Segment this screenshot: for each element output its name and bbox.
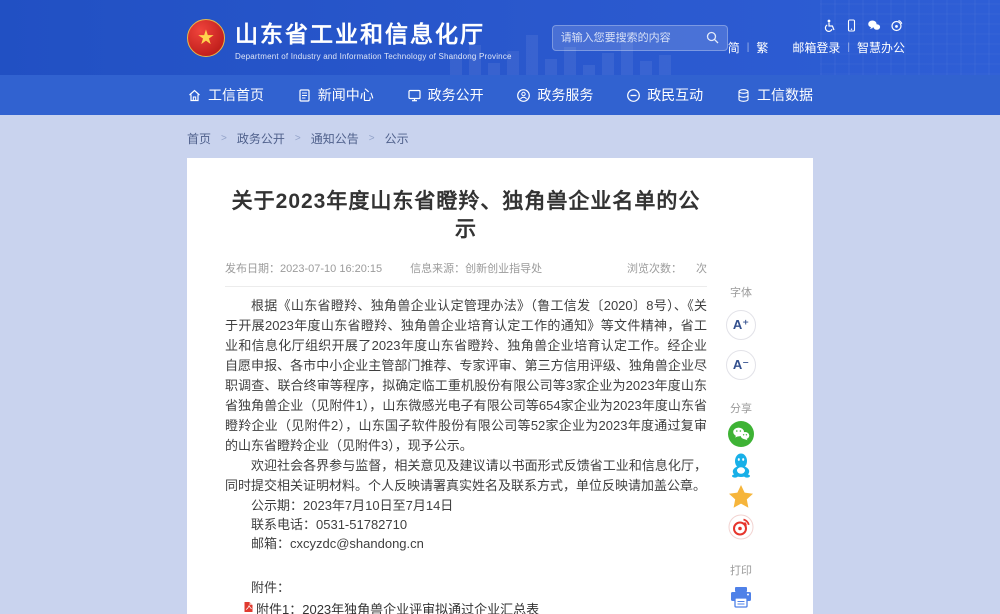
contact-block: 公示期：2023年7月10日至7月14日 联系电话：0531-51782710 … [225, 496, 707, 553]
site-header: ★ 山东省工业和信息化厅 Department of Industry and … [0, 0, 1000, 75]
font-decrease-button[interactable]: A⁻ [726, 350, 756, 380]
site-subtitle: Department of Industry and Information T… [235, 52, 512, 61]
search-icon[interactable] [706, 31, 719, 44]
wechat-icon[interactable] [867, 19, 881, 32]
main-nav: 工信首页 新闻中心 政务公开 [0, 75, 1000, 115]
nav-label: 新闻中心 [318, 85, 374, 105]
share-qzone-icon[interactable] [728, 483, 754, 509]
weibo-icon[interactable] [890, 19, 903, 32]
breadcrumb: 首页 > 政务公开 > 通知公告 > 公示 [187, 115, 813, 158]
links-divider: | [847, 42, 850, 53]
paragraph: 欢迎社会各界参与监督，相关意见及建议请以书面形式反馈省工业和信息化厅，同时提交相… [225, 456, 707, 496]
attachments-block: 附件： 附件1：2023年独角兽企业评审拟通过企业汇总表 附 [225, 578, 707, 614]
nav-label: 政民互动 [647, 85, 703, 105]
lang-divider: | [747, 42, 750, 53]
nav-item-services[interactable]: 政务服务 [516, 85, 593, 105]
paragraph: 根据《山东省瞪羚、独角兽企业认定管理办法》（鲁工信发〔2020〕8号）、《关于开… [225, 296, 707, 456]
contact-phone: 联系电话：0531-51782710 [225, 515, 707, 534]
nav-item-disclosure[interactable]: 政务公开 [407, 85, 484, 105]
lang-traditional[interactable]: 繁 [756, 39, 768, 56]
publicity-period: 公示期：2023年7月10日至7月14日 [225, 496, 707, 515]
monitor-icon [407, 88, 422, 103]
source-label: 信息来源： [410, 263, 465, 275]
person-badge-icon [516, 88, 531, 103]
nav-item-data[interactable]: 工信数据 [736, 85, 813, 105]
nav-label: 政务公开 [428, 85, 484, 105]
font-increase-button[interactable]: A⁺ [726, 310, 756, 340]
share-weibo-icon[interactable] [728, 514, 754, 540]
breadcrumb-separator: > [369, 133, 375, 144]
chat-circle-icon [626, 88, 641, 103]
search-input[interactable] [561, 32, 706, 44]
smart-office-link[interactable]: 智慧办公 [857, 39, 905, 56]
publish-date-value: 2023-07-10 16:20:15 [280, 263, 382, 275]
page-title: 关于2023年度山东省瞪羚、独角兽企业名单的公示 [225, 188, 707, 245]
meta-divider [225, 286, 707, 287]
page-toolbar: 字体 A⁺ A⁻ 分享 [707, 158, 775, 614]
nav-label: 工信首页 [208, 85, 264, 105]
publish-date-label: 发布日期： [225, 263, 280, 275]
source-value: 创新创业指导处 [465, 263, 542, 275]
nav-item-news[interactable]: 新闻中心 [297, 85, 374, 105]
accessibility-icon[interactable] [823, 19, 836, 32]
breadcrumb-separator: > [295, 133, 301, 144]
font-size-label: 字体 [730, 284, 752, 300]
print-label: 打印 [730, 562, 752, 578]
breadcrumb-disclosure[interactable]: 政务公开 [237, 130, 285, 147]
nav-item-home[interactable]: 工信首页 [187, 85, 264, 105]
views-label: 浏览次数： [627, 263, 682, 275]
site-brand: 山东省工业和信息化厅 Department of Industry and In… [235, 15, 512, 61]
header-right-block: 简 | 繁 邮箱登录 | 智慧办公 [728, 19, 905, 56]
mail-login-link[interactable]: 邮箱登录 [792, 39, 840, 56]
lang-simplified[interactable]: 简 [728, 39, 740, 56]
breadcrumb-notices[interactable]: 通知公告 [311, 130, 359, 147]
contact-email: 邮箱：cxcyzdc@shandong.cn [225, 534, 707, 553]
share-label: 分享 [730, 400, 752, 416]
article-card: 关于2023年度山东省瞪羚、独角兽企业名单的公示 发布日期：2023-07-10… [187, 158, 813, 614]
share-qq-icon[interactable] [728, 452, 754, 478]
share-wechat-icon[interactable] [728, 421, 754, 447]
nav-label: 政务服务 [537, 85, 593, 105]
article-text: 根据《山东省瞪羚、独角兽企业认定管理办法》（鲁工信发〔2020〕8号）、《关于开… [225, 296, 707, 496]
database-icon [736, 88, 751, 103]
news-icon [297, 88, 312, 103]
nav-item-interaction[interactable]: 政民互动 [626, 85, 703, 105]
attachment-link-1[interactable]: 附件1：2023年独角兽企业评审拟通过企业汇总表 [243, 600, 707, 614]
national-emblem-logo: ★ [187, 19, 225, 57]
site-title: 山东省工业和信息化厅 [235, 15, 512, 49]
search-box[interactable] [552, 25, 728, 51]
article-body: 关于2023年度山东省瞪羚、独角兽企业名单的公示 发布日期：2023-07-10… [187, 158, 707, 614]
article-meta: 发布日期：2023-07-10 16:20:15 信息来源：创新创业指导处 浏览… [225, 260, 707, 276]
views-unit: 次 [696, 263, 707, 275]
home-icon [187, 88, 202, 103]
breadcrumb-current: 公示 [385, 130, 409, 147]
pdf-icon [243, 601, 254, 613]
nav-label: 工信数据 [757, 85, 813, 105]
breadcrumb-separator: > [221, 133, 227, 144]
attachments-label: 附件： [225, 578, 707, 597]
breadcrumb-home[interactable]: 首页 [187, 130, 211, 147]
mobile-icon[interactable] [845, 19, 858, 32]
print-button[interactable] [729, 586, 753, 608]
